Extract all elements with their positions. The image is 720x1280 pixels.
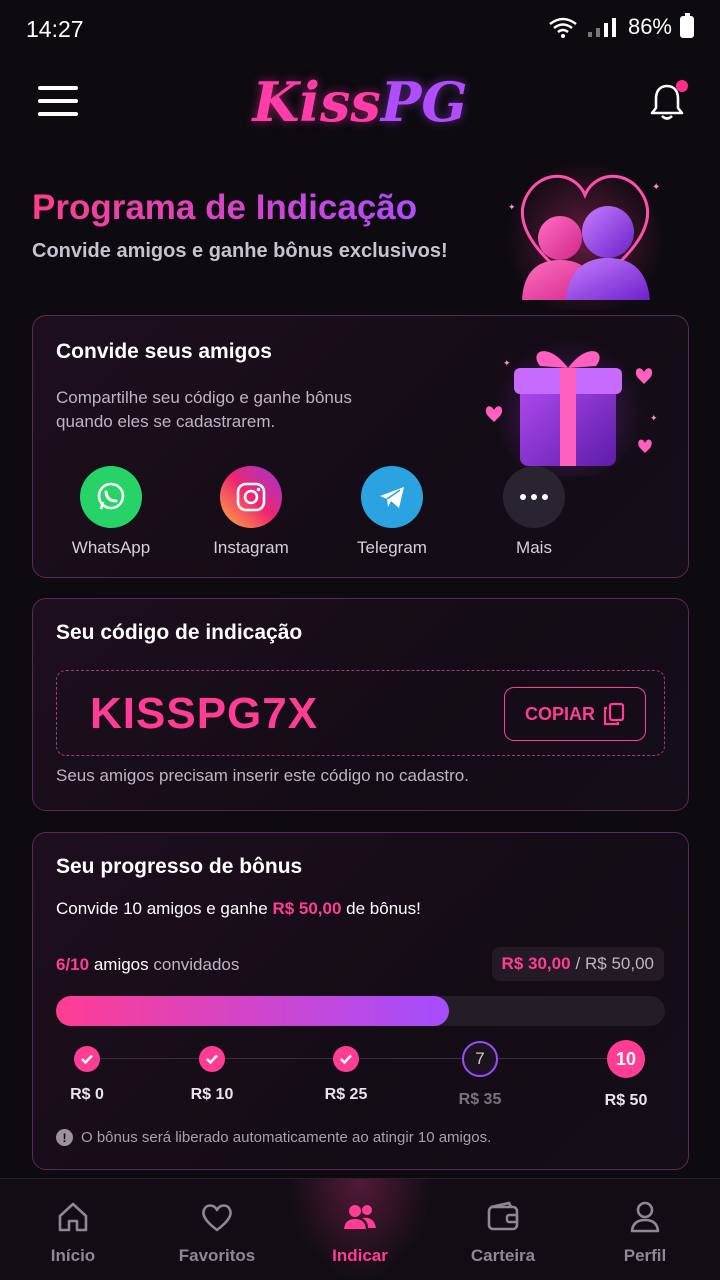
copy-icon xyxy=(603,702,625,726)
referral-code-note: Seus amigos precisam inserir este código… xyxy=(56,766,469,785)
profile-icon xyxy=(630,1201,660,1233)
whatsapp-icon xyxy=(80,466,142,528)
nav-item-perfil[interactable]: Perfil xyxy=(573,1179,717,1280)
logo-part-kiss: Kiss xyxy=(252,70,381,134)
signal-icon xyxy=(587,18,616,37)
logo-part-pg: PG xyxy=(380,70,468,134)
bonus-progress-card: Seu progresso de bônus Convide 10 amigos… xyxy=(32,832,689,1170)
page-title: Programa de Indicação xyxy=(32,188,418,227)
invite-card-title: Convide seus amigos xyxy=(56,340,272,363)
checkmark-icon xyxy=(333,1046,359,1072)
nav-item-carteira[interactable]: Carteira xyxy=(431,1179,575,1280)
checkmark-icon xyxy=(199,1046,225,1072)
progress-card-title: Seu progresso de bônus xyxy=(56,855,303,878)
notification-badge xyxy=(676,80,688,92)
svg-text:✦: ✦ xyxy=(508,202,516,212)
milestone-step: 7 R$ 35 xyxy=(440,1040,520,1109)
referral-code-box: KISSPG7X COPIAR xyxy=(56,670,665,756)
gift-illustration: ✦ ✦ xyxy=(485,331,658,476)
share-label: Instagram xyxy=(213,538,289,557)
milestone-label: R$ 50 xyxy=(604,1092,648,1109)
milestone-label: R$ 25 xyxy=(324,1086,368,1103)
info-text: O bônus será liberado automaticamente ao… xyxy=(81,1129,492,1146)
referral-code-value[interactable]: KISSPG7X xyxy=(90,689,318,739)
share-label: Mais xyxy=(516,538,552,557)
checkmark-icon xyxy=(74,1046,100,1072)
bonus-info-note: ! O bônus será liberado automaticamente … xyxy=(56,1129,491,1146)
milestone-marker-final: 10 xyxy=(607,1040,645,1078)
progress-bar-fill xyxy=(56,996,449,1026)
status-icons: 86% xyxy=(548,13,694,40)
share-whatsapp-button[interactable]: WhatsApp xyxy=(56,466,166,558)
invited-count-text: 6/10 amigos convidados xyxy=(56,955,239,975)
instagram-icon xyxy=(220,466,282,528)
bottom-navigation: Início Favoritos Indicar Carteira Perfil xyxy=(0,1178,720,1280)
bonus-goal-text: Convide 10 amigos e ganhe R$ 50,00 de bô… xyxy=(56,899,421,919)
share-label: WhatsApp xyxy=(71,538,151,557)
status-bar: 14:27 86% xyxy=(0,0,720,58)
nav-item-inicio[interactable]: Início xyxy=(1,1179,145,1280)
share-more-button[interactable]: Mais xyxy=(479,466,589,558)
nav-label: Indicar xyxy=(332,1246,388,1265)
copy-button-label: COPIAR xyxy=(524,703,595,724)
earned-amount-chip: R$ 30,00 / R$ 50,00 xyxy=(491,947,664,981)
nav-label: Favoritos xyxy=(178,1246,256,1265)
svg-text:✦: ✦ xyxy=(650,413,658,423)
goal-prefix: Convide 10 amigos e ganhe xyxy=(56,899,273,918)
more-icon xyxy=(503,466,565,528)
wifi-icon xyxy=(549,17,577,38)
invite-friends-card: Convide seus amigos Compartilhe seu códi… xyxy=(32,315,689,578)
app-logo[interactable]: KissPG xyxy=(0,70,720,134)
share-telegram-button[interactable]: Telegram xyxy=(337,466,447,558)
copy-code-button[interactable]: COPIAR xyxy=(504,687,646,741)
svg-text:✦: ✦ xyxy=(652,182,660,193)
nav-label: Início xyxy=(50,1246,96,1265)
invite-description: Compartilhe seu código e ganhe bônus qua… xyxy=(56,388,352,431)
telegram-icon xyxy=(361,466,423,528)
invited-suffix: convidados xyxy=(153,955,240,974)
share-instagram-button[interactable]: Instagram xyxy=(196,466,306,558)
info-icon: ! xyxy=(56,1129,73,1146)
invited-count: 6/10 xyxy=(56,955,90,974)
milestone-step: R$ 0 xyxy=(47,1040,127,1104)
milestone-step: R$ 10 xyxy=(172,1040,252,1104)
nav-item-indicar[interactable]: Indicar xyxy=(288,1179,432,1280)
milestone-label: R$ 10 xyxy=(190,1086,234,1103)
page-subtitle: Convide amigos e ganhe bônus exclusivos! xyxy=(32,240,448,262)
nav-item-favoritos[interactable]: Favoritos xyxy=(145,1179,289,1280)
home-icon xyxy=(58,1202,88,1232)
battery-icon xyxy=(680,13,694,38)
goal-suffix: de bônus! xyxy=(341,899,421,918)
top-bar: KissPG xyxy=(0,60,720,150)
svg-text:✦: ✦ xyxy=(503,358,511,368)
share-label: Telegram xyxy=(357,538,427,557)
milestone-marker-pending: 7 xyxy=(462,1041,498,1077)
milestone-label: R$ 35 xyxy=(458,1091,502,1108)
referral-code-card: Seu código de indicação KISSPG7X COPIAR … xyxy=(32,598,689,811)
hero-section: Programa de Indicação Convide amigos e g… xyxy=(0,150,720,310)
progress-bar xyxy=(56,996,665,1026)
nav-label: Carteira xyxy=(470,1246,536,1265)
nav-label: Perfil xyxy=(623,1246,667,1265)
goal-amount: R$ 50,00 xyxy=(272,899,342,918)
status-time: 14:27 xyxy=(26,16,84,42)
milestone-step: 10 R$ 50 xyxy=(586,1040,666,1110)
invited-word: amigos xyxy=(93,955,149,974)
heart-icon xyxy=(202,1204,232,1232)
total-amount: / R$ 50,00 xyxy=(575,954,654,973)
milestone-label: R$ 0 xyxy=(70,1086,104,1103)
referral-card-title: Seu código de indicação xyxy=(56,621,303,644)
earned-amount: R$ 30,00 xyxy=(501,954,571,973)
wallet-icon xyxy=(487,1201,519,1231)
milestone-step: R$ 25 xyxy=(306,1040,386,1104)
notifications-button[interactable] xyxy=(648,80,688,122)
users-icon xyxy=(344,1205,376,1229)
battery-percent: 86% xyxy=(627,14,672,39)
friends-heart-illustration: ✦ ✦ xyxy=(505,160,665,310)
